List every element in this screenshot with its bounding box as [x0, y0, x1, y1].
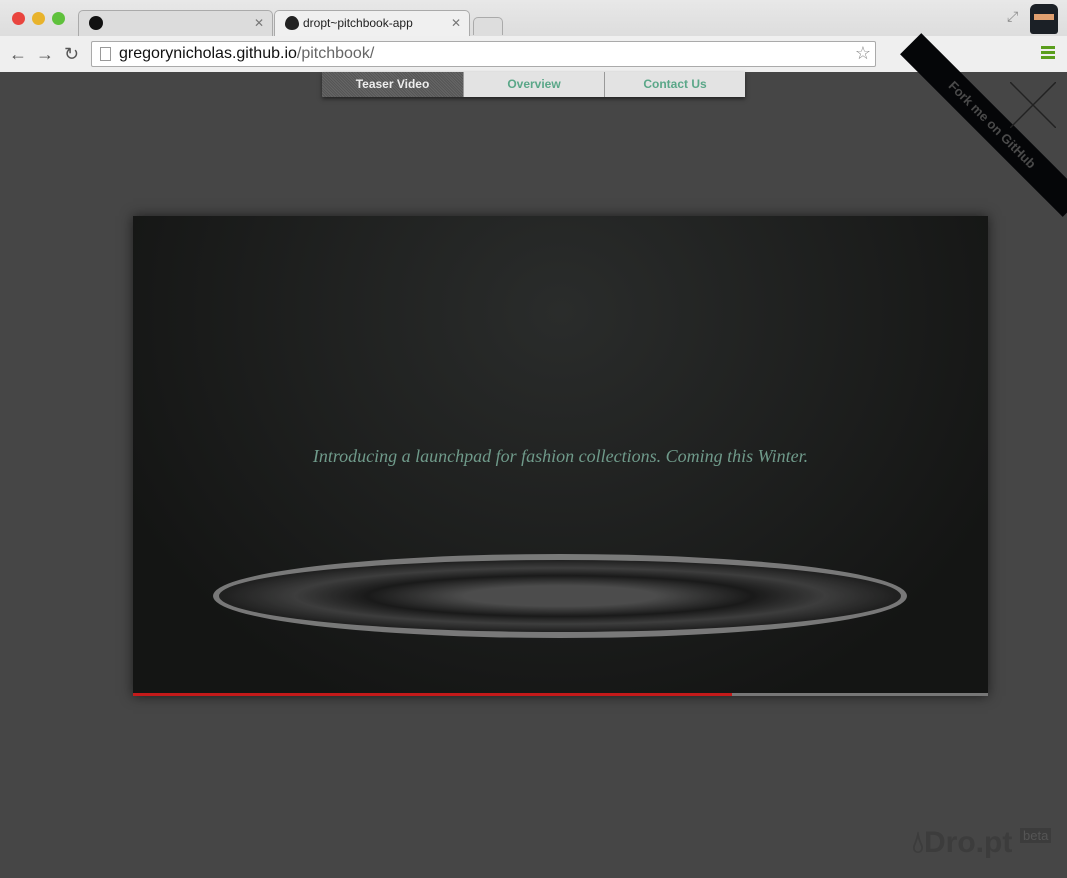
- minimize-window-button[interactable]: [32, 12, 45, 25]
- github-icon: [89, 16, 103, 30]
- video-caption: Introducing a launchpad for fashion coll…: [312, 446, 809, 466]
- video-progress-bar[interactable]: [133, 693, 988, 696]
- reload-icon[interactable]: ↻: [64, 44, 79, 65]
- fullscreen-icon[interactable]: ⤢: [1007, 8, 1018, 25]
- close-window-button[interactable]: [12, 12, 25, 25]
- drop-icon: [285, 16, 299, 30]
- page-icon: [100, 47, 111, 61]
- site-nav: Teaser Video Overview Contact Us: [322, 72, 745, 97]
- user-avatar[interactable]: [1030, 4, 1058, 34]
- tab-dropt[interactable]: dropt~pitchbook-app ✕: [274, 10, 470, 36]
- new-tab-button[interactable]: [473, 17, 503, 35]
- forward-icon[interactable]: →: [36, 44, 54, 65]
- nav-overview[interactable]: Overview: [463, 72, 604, 97]
- bookmark-star-icon[interactable]: ☆: [855, 43, 871, 64]
- menu-icon[interactable]: [1041, 46, 1055, 61]
- close-tab-icon[interactable]: ✕: [451, 16, 461, 30]
- back-icon[interactable]: ←: [9, 44, 27, 65]
- video-player[interactable]: Introducing a launchpad for fashion coll…: [133, 216, 988, 696]
- close-tab-icon[interactable]: ✕: [254, 16, 264, 30]
- video-progress-fill: [133, 693, 732, 696]
- dropt-logo: 💧︎Dro.pt: [912, 826, 1013, 859]
- maximize-window-button[interactable]: [52, 12, 65, 25]
- close-icon[interactable]: [1010, 82, 1056, 128]
- address-bar[interactable]: gregorynicholas.github.io/pitchbook/ ☆: [91, 41, 876, 67]
- beta-badge: beta: [1020, 828, 1052, 843]
- ornamental-disc-image: [213, 554, 907, 638]
- tab-github[interactable]: ✕: [78, 10, 273, 36]
- nav-contact-us[interactable]: Contact Us: [604, 72, 745, 97]
- nav-teaser-video[interactable]: Teaser Video: [322, 72, 463, 97]
